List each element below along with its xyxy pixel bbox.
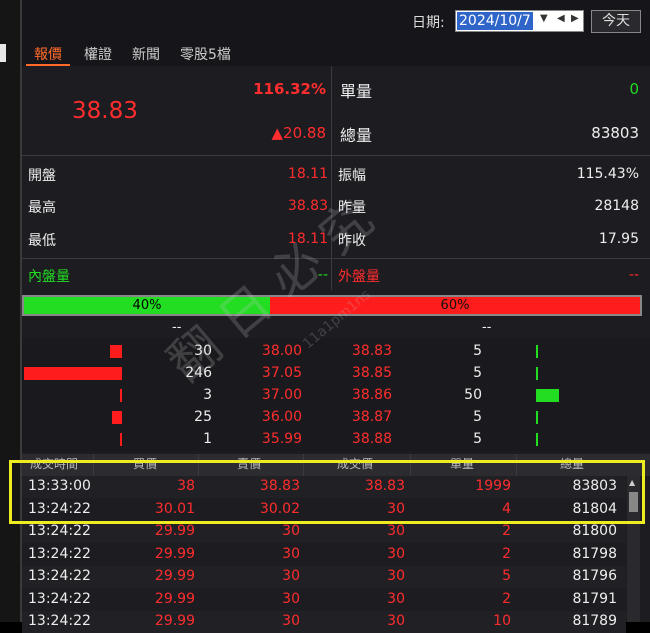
total-volume-value: 83803 bbox=[591, 124, 639, 142]
sell-ratio-bar: 60% bbox=[270, 297, 640, 314]
inner-volume-label: 內盤量 bbox=[28, 269, 70, 285]
trade-qty: 2 bbox=[502, 545, 511, 562]
next-day-icon[interactable]: ▶ bbox=[571, 13, 579, 24]
bid-volume-bar bbox=[112, 411, 122, 424]
highlight-box bbox=[9, 460, 645, 524]
change-percent: 116.32% bbox=[253, 80, 326, 98]
ask-price[interactable]: 38.88 bbox=[330, 431, 392, 447]
summary-separator bbox=[22, 155, 650, 156]
trade-ask: 30 bbox=[282, 545, 300, 562]
bid-price[interactable]: 36.00 bbox=[240, 409, 302, 425]
trade-time: 13:24:22 bbox=[28, 545, 91, 562]
bid-price[interactable]: 37.00 bbox=[240, 387, 302, 403]
sell-total: -- bbox=[482, 320, 492, 335]
trade-time: 13:24:22 bbox=[28, 523, 91, 539]
ask-price[interactable]: 38.87 bbox=[330, 409, 392, 425]
single-volume-label: 單量 bbox=[340, 82, 373, 101]
ask-quantity: 5 bbox=[473, 409, 482, 425]
bid-quantity: 25 bbox=[194, 409, 212, 425]
left-panel-item bbox=[0, 44, 6, 62]
date-value[interactable]: 2024/10/7 bbox=[457, 12, 533, 30]
trade-price: 30 bbox=[387, 523, 405, 539]
trade-total: 81800 bbox=[572, 523, 617, 539]
bid-price[interactable]: 35.99 bbox=[240, 431, 302, 447]
buy-ratio-label: 40% bbox=[132, 298, 162, 313]
ask-quantity: 5 bbox=[473, 343, 482, 359]
trade-qty: 10 bbox=[493, 613, 511, 629]
tab-bar bbox=[22, 40, 650, 66]
trade-price: 30 bbox=[387, 545, 405, 562]
bid-quantity: 1 bbox=[203, 431, 212, 447]
trade-qty: 2 bbox=[502, 590, 511, 607]
last-price: 38.83 bbox=[72, 98, 138, 124]
trade-time: 13:24:22 bbox=[28, 568, 91, 584]
trade-total: 81789 bbox=[572, 613, 617, 629]
prev-close-value: 17.95 bbox=[598, 231, 639, 247]
ask-volume-bar bbox=[536, 345, 538, 358]
trade-total: 81791 bbox=[572, 590, 617, 607]
total-volume-label: 總量 bbox=[340, 126, 373, 145]
bid-price[interactable]: 37.05 bbox=[240, 365, 302, 381]
trade-ask: 30 bbox=[282, 523, 300, 539]
tab-quote[interactable]: 報價 bbox=[34, 44, 62, 64]
trade-bid: 29.99 bbox=[154, 590, 195, 607]
price-change: ▲20.88 bbox=[271, 124, 326, 142]
open-label: 開盤 bbox=[28, 168, 56, 184]
trade-bid: 29.99 bbox=[154, 545, 195, 562]
sell-ratio-label: 60% bbox=[440, 298, 470, 313]
amplitude-label: 振幅 bbox=[338, 168, 366, 184]
low-label: 最低 bbox=[28, 233, 56, 249]
today-button[interactable]: 今天 bbox=[591, 10, 641, 33]
ask-quantity: 5 bbox=[473, 431, 482, 447]
date-label: 日期: bbox=[412, 15, 445, 31]
prev-volume-value: 28148 bbox=[594, 198, 639, 214]
ask-volume-bar bbox=[536, 367, 538, 380]
single-volume-value: 0 bbox=[629, 80, 639, 98]
trade-bid: 29.99 bbox=[154, 523, 195, 539]
outer-volume-value: -- bbox=[628, 267, 639, 283]
ask-volume-bar bbox=[536, 389, 559, 402]
trade-time: 13:24:22 bbox=[28, 613, 91, 629]
ask-volume-bar bbox=[536, 411, 538, 424]
bid-volume-bar bbox=[110, 345, 122, 358]
bid-volume-bar bbox=[120, 389, 122, 402]
ask-quantity: 5 bbox=[473, 365, 482, 381]
trade-price: 30 bbox=[387, 568, 405, 584]
left-side-panel bbox=[0, 0, 22, 622]
amplitude-value: 115.43% bbox=[576, 166, 639, 182]
tab-news[interactable]: 新聞 bbox=[132, 44, 160, 64]
high-label: 最高 bbox=[28, 200, 56, 216]
trade-ask: 30 bbox=[282, 568, 300, 584]
open-value: 18.11 bbox=[287, 166, 328, 182]
trade-qty: 2 bbox=[502, 523, 511, 539]
ask-quantity: 50 bbox=[464, 387, 482, 403]
trade-bid: 29.99 bbox=[154, 568, 195, 584]
ask-price[interactable]: 38.86 bbox=[330, 387, 392, 403]
ask-price[interactable]: 38.83 bbox=[330, 343, 392, 359]
chevron-down-icon[interactable]: ▼ bbox=[540, 13, 548, 24]
bid-volume-bar bbox=[24, 367, 122, 380]
trade-ask: 30 bbox=[282, 590, 300, 607]
trade-total: 81796 bbox=[572, 568, 617, 584]
previous-day-icon[interactable]: ◀ bbox=[557, 13, 565, 24]
trade-price: 30 bbox=[387, 613, 405, 629]
active-tab-indicator bbox=[26, 64, 70, 66]
tab-odd-lot[interactable]: 零股5檔 bbox=[180, 44, 231, 64]
ask-price[interactable]: 38.85 bbox=[330, 365, 392, 381]
trade-ask: 30 bbox=[282, 613, 300, 629]
trade-time: 13:24:22 bbox=[28, 590, 91, 607]
trade-qty: 5 bbox=[502, 568, 511, 584]
trade-price: 30 bbox=[387, 590, 405, 607]
trade-bid: 29.99 bbox=[154, 613, 195, 629]
trade-total: 81798 bbox=[572, 545, 617, 562]
ask-volume-bar bbox=[536, 433, 538, 446]
tab-warrants[interactable]: 權證 bbox=[84, 44, 112, 64]
bid-volume-bar bbox=[120, 433, 122, 446]
